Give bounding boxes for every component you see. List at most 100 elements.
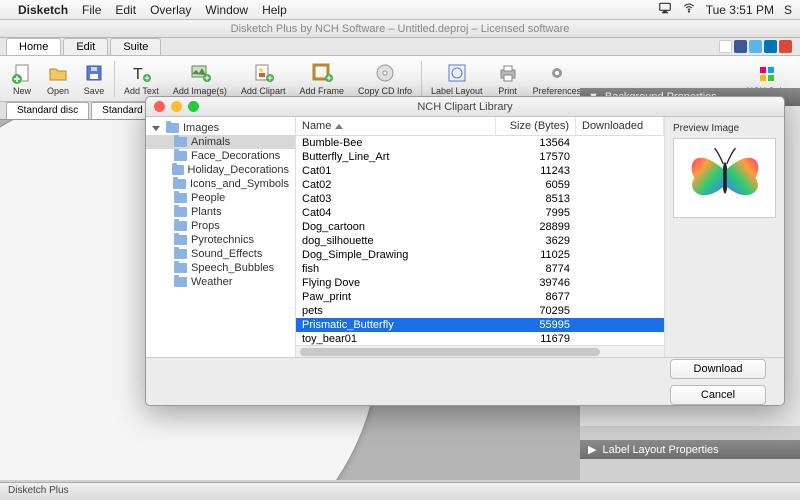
tree-item[interactable]: Icons_and_Symbols <box>146 177 295 191</box>
folder-icon <box>174 193 187 203</box>
category-tree: Images AnimalsFace_DecorationsHoliday_De… <box>146 117 296 357</box>
googleplus-icon[interactable] <box>779 40 792 53</box>
mac-menubar: Disketch File Edit Overlay Window Help T… <box>0 0 800 20</box>
col-size[interactable]: Size (Bytes) <box>496 117 576 135</box>
layout-properties-header[interactable]: ▶Label Layout Properties <box>580 440 800 459</box>
tree-item[interactable]: Pyrotechnics <box>146 233 295 247</box>
folder-icon <box>174 277 187 287</box>
menu-window[interactable]: Window <box>205 3 248 17</box>
file-row[interactable]: Paw_print8677 <box>296 290 664 304</box>
copy-cd-button[interactable]: Copy CD Info <box>351 60 419 98</box>
tree-item[interactable]: Holiday_Decorations <box>146 163 295 177</box>
col-name[interactable]: Name <box>296 117 496 135</box>
window-titlebar: Disketch Plus by NCH Software – Untitled… <box>0 20 800 38</box>
file-row[interactable]: Dog_Simple_Drawing11025 <box>296 248 664 262</box>
like-icon[interactable] <box>719 40 732 53</box>
file-row[interactable]: Cat047995 <box>296 206 664 220</box>
butterfly-icon <box>680 143 770 213</box>
tree-item[interactable]: Sound_Effects <box>146 247 295 261</box>
file-list-header: Name Size (Bytes) Downloaded <box>296 117 664 136</box>
menu-file[interactable]: File <box>82 3 101 17</box>
airplay-icon[interactable] <box>658 1 672 18</box>
app-name[interactable]: Disketch <box>18 3 68 17</box>
tree-item[interactable]: Animals <box>146 135 295 149</box>
tree-root[interactable]: Images <box>146 121 295 135</box>
file-row[interactable]: Cat0111243 <box>296 164 664 178</box>
scrollbar-thumb[interactable] <box>300 348 600 356</box>
folder-icon <box>174 151 187 161</box>
folder-icon <box>166 123 179 133</box>
twitter-icon[interactable] <box>749 40 762 53</box>
download-button[interactable]: Download <box>670 359 766 379</box>
linkedin-icon[interactable] <box>764 40 777 53</box>
gear-icon <box>546 62 568 84</box>
save-button[interactable]: Save <box>76 60 112 98</box>
image-icon <box>189 62 211 84</box>
file-row[interactable]: pets70295 <box>296 304 664 318</box>
close-icon[interactable] <box>154 101 165 112</box>
dialog-footer: Download Cancel <box>146 357 784 405</box>
new-button[interactable]: New <box>4 60 40 98</box>
disclosure-triangle-icon <box>152 126 160 131</box>
ribbon-tabs: Home Edit Suite <box>0 38 800 56</box>
menu-edit[interactable]: Edit <box>115 3 136 17</box>
minimize-icon[interactable] <box>171 101 182 112</box>
file-row[interactable]: Bumble-Bee13564 <box>296 136 664 150</box>
menu-help[interactable]: Help <box>262 3 287 17</box>
horizontal-scrollbar[interactable] <box>296 345 664 357</box>
svg-text:T: T <box>133 66 143 83</box>
folder-icon <box>173 179 186 189</box>
file-row[interactable]: toy_bear0111679 <box>296 332 664 345</box>
wifi-icon[interactable] <box>682 1 696 18</box>
ribbon-tab-edit[interactable]: Edit <box>63 38 108 55</box>
file-row[interactable]: Prismatic_Butterfly55995 <box>296 318 664 332</box>
tree-item[interactable]: Face_Decorations <box>146 149 295 163</box>
layout-icon <box>446 62 468 84</box>
doc-tab-disc[interactable]: Standard disc <box>6 102 89 119</box>
folder-icon <box>174 235 187 245</box>
open-button[interactable]: Open <box>40 60 76 98</box>
preview-pane: Preview Image <box>664 117 784 357</box>
label-layout-button[interactable]: Label Layout <box>424 60 490 98</box>
text-icon: T <box>130 62 152 84</box>
print-button[interactable]: Print <box>490 60 526 98</box>
menu-overlay[interactable]: Overlay <box>150 3 191 17</box>
file-row[interactable]: dog_silhouette3629 <box>296 234 664 248</box>
add-frame-button[interactable]: Add Frame <box>292 60 351 98</box>
file-row[interactable]: Flying Dove39746 <box>296 276 664 290</box>
dialog-titlebar[interactable]: NCH Clipart Library <box>146 97 784 117</box>
preferences-button[interactable]: Preferences <box>526 60 589 98</box>
col-downloaded[interactable]: Downloaded <box>576 117 664 135</box>
preview-label: Preview Image <box>673 123 776 134</box>
add-images-button[interactable]: Add Image(s) <box>166 60 234 98</box>
file-row[interactable]: Dog_cartoon28899 <box>296 220 664 234</box>
tree-item[interactable]: Plants <box>146 205 295 219</box>
file-row[interactable]: fish8774 <box>296 262 664 276</box>
user-initial[interactable]: S <box>784 3 792 17</box>
zoom-icon[interactable] <box>188 101 199 112</box>
add-clipart-button[interactable]: Add Clipart <box>234 60 293 98</box>
tree-item[interactable]: People <box>146 191 295 205</box>
folder-icon <box>174 221 187 231</box>
disclosure-triangle-icon: ▶ <box>588 443 596 456</box>
cancel-button[interactable]: Cancel <box>670 385 766 405</box>
clipart-library-dialog: NCH Clipart Library Images AnimalsFace_D… <box>145 96 785 406</box>
ribbon-tab-home[interactable]: Home <box>6 38 61 55</box>
file-list: Name Size (Bytes) Downloaded Bumble-Bee1… <box>296 117 664 357</box>
window-title: Disketch Plus by NCH Software – Untitled… <box>231 23 570 35</box>
tree-item[interactable]: Speech_Bubbles <box>146 261 295 275</box>
dialog-title: NCH Clipart Library <box>417 101 512 113</box>
facebook-icon[interactable] <box>734 40 747 53</box>
tree-item[interactable]: Props <box>146 219 295 233</box>
clock[interactable]: Tue 3:51 PM <box>706 3 774 17</box>
add-text-button[interactable]: TAdd Text <box>117 60 166 98</box>
status-bar: Disketch Plus <box>0 482 800 500</box>
folder-icon <box>174 137 187 147</box>
ribbon-tab-suite[interactable]: Suite <box>110 38 161 55</box>
file-row[interactable]: Butterfly_Line_Art17570 <box>296 150 664 164</box>
file-row[interactable]: Cat038513 <box>296 192 664 206</box>
tree-item[interactable]: Weather <box>146 275 295 289</box>
folder-icon <box>174 249 187 259</box>
file-row[interactable]: Cat026059 <box>296 178 664 192</box>
folder-icon <box>172 165 184 175</box>
